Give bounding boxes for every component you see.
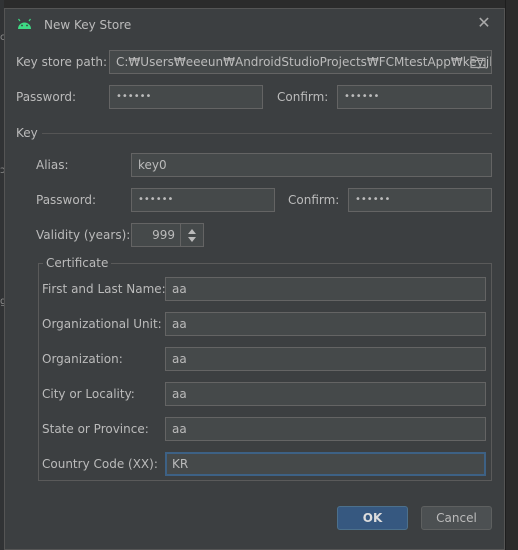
key-section-separator xyxy=(42,133,492,134)
chevron-down-icon[interactable] xyxy=(188,237,196,242)
first-last-name-label: First and Last Name: xyxy=(42,282,166,296)
key-password-label: Password: xyxy=(36,193,97,207)
organization-field[interactable]: aa xyxy=(165,347,486,371)
keystore-password-label: Password: xyxy=(16,90,77,104)
keystore-password-field[interactable]: •••••• xyxy=(109,85,263,109)
chevron-up-icon[interactable] xyxy=(188,229,196,234)
state-province-label: State or Province: xyxy=(42,422,149,436)
country-code-field[interactable]: KR xyxy=(165,452,486,476)
cancel-button[interactable]: Cancel xyxy=(421,506,492,530)
key-password-field[interactable]: •••••• xyxy=(131,188,275,212)
key-store-path-field[interactable]: C:₩Users₩eeeun₩AndroidStudioProjects₩FCM… xyxy=(109,50,492,74)
key-section-label: Key xyxy=(16,126,38,140)
organization-label: Organization: xyxy=(42,352,123,366)
validity-spinner-buttons[interactable] xyxy=(180,223,204,247)
android-icon xyxy=(18,18,31,29)
ok-button[interactable]: OK xyxy=(337,506,408,530)
organizational-unit-label: Organizational Unit: xyxy=(42,317,162,331)
dialog-title: New Key Store xyxy=(44,18,132,32)
city-locality-label: City or Locality: xyxy=(42,387,135,401)
background-scroll-edge xyxy=(505,0,518,550)
title-bar[interactable]: New Key Store ✕ xyxy=(5,9,504,41)
new-key-store-dialog: New Key Store ✕ Key store path: C:₩Users… xyxy=(4,8,505,550)
alias-label: Alias: xyxy=(36,158,69,172)
key-store-path-value: C:₩Users₩eeeun₩AndroidStudioProjects₩FCM… xyxy=(116,55,492,69)
keystore-confirm-label: Confirm: xyxy=(277,90,329,104)
key-confirm-label: Confirm: xyxy=(288,193,340,207)
folder-icon[interactable] xyxy=(470,55,486,69)
alias-field[interactable]: key0 xyxy=(131,153,492,177)
key-store-path-label: Key store path: xyxy=(16,55,108,69)
organizational-unit-field[interactable]: aa xyxy=(165,312,486,336)
close-icon[interactable]: ✕ xyxy=(476,15,492,31)
state-province-field[interactable]: aa xyxy=(165,417,486,441)
certificate-group-title: Certificate xyxy=(43,256,112,270)
key-confirm-field[interactable]: •••••• xyxy=(348,188,492,212)
country-code-label: Country Code (XX): xyxy=(42,457,158,471)
validity-spinner-field[interactable]: 999 xyxy=(131,223,181,247)
keystore-confirm-field[interactable]: •••••• xyxy=(337,85,492,109)
first-last-name-field[interactable]: aa xyxy=(165,277,486,301)
city-locality-field[interactable]: aa xyxy=(165,382,486,406)
validity-label: Validity (years): xyxy=(36,228,131,242)
